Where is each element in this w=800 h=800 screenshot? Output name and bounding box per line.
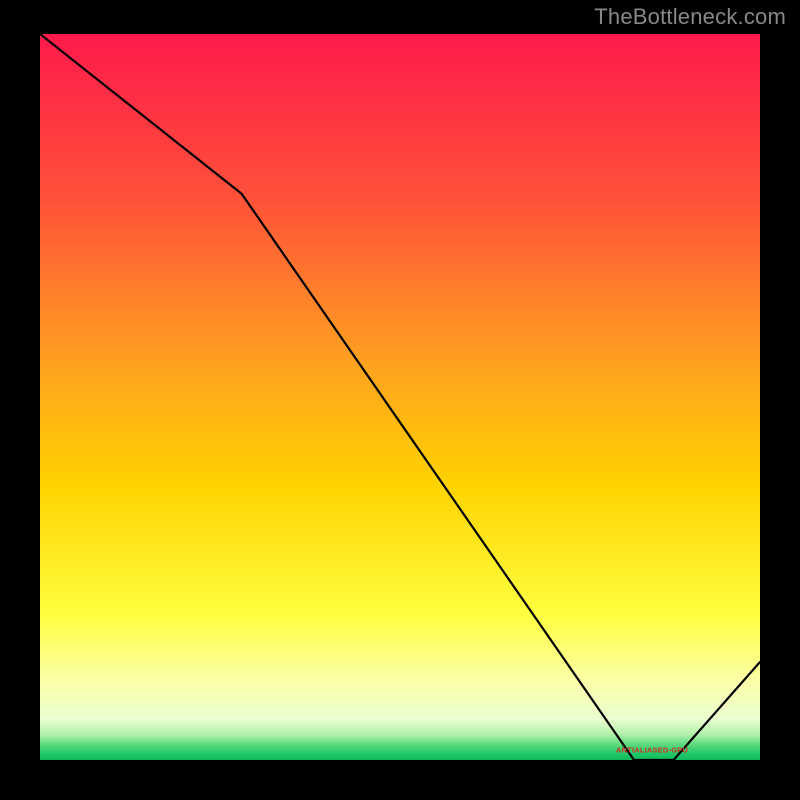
watermark-text: TheBottleneck.com: [594, 4, 786, 30]
chart-svg: [40, 34, 760, 760]
gradient-background: [40, 34, 760, 760]
plot-area: ANTIALIASED-GPU: [40, 34, 760, 760]
series-annotation: ANTIALIASED-GPU: [616, 745, 688, 754]
chart-container: TheBottleneck.com ANTIALIASED-GPU: [0, 0, 800, 800]
